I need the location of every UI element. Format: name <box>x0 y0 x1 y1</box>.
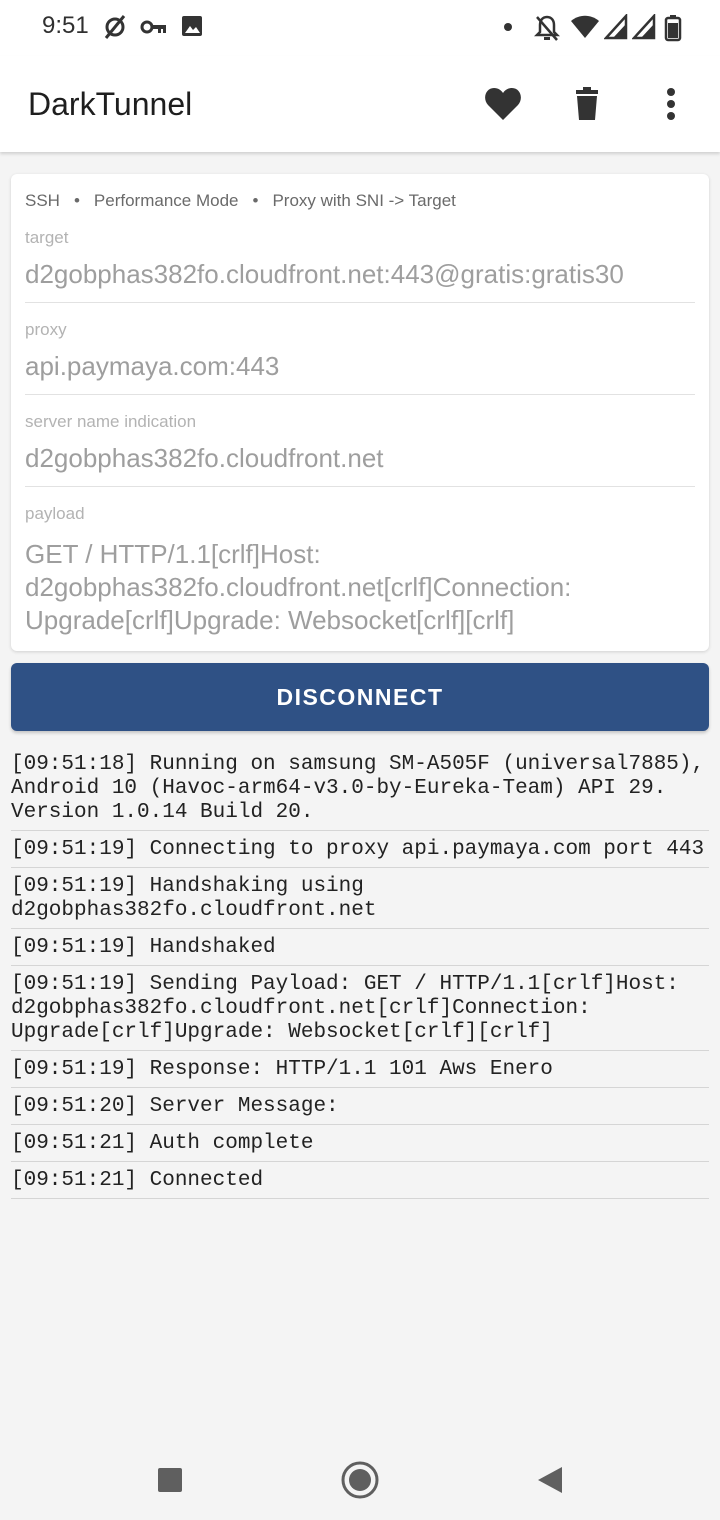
back-icon <box>538 1467 562 1493</box>
log-entry: [09:51:19] Sending Payload: GET / HTTP/1… <box>11 971 709 1051</box>
status-time: 9:51 <box>42 12 89 39</box>
log-entry: [09:51:19] Handshaked <box>11 934 709 966</box>
payload-field[interactable]: payload GET / HTTP/1.1[crlf]Host: d2gobp… <box>25 504 695 637</box>
home-button[interactable] <box>338 1458 382 1502</box>
field-divider <box>25 302 695 303</box>
log-entry: [09:51:19] Response: HTTP/1.1 101 Aws En… <box>11 1056 709 1088</box>
target-label: target <box>25 228 69 247</box>
no-sync-icon <box>102 14 128 45</box>
field-divider <box>25 394 695 395</box>
wifi-icon <box>570 14 600 45</box>
favorite-icon <box>485 88 521 120</box>
navigation-bar <box>0 1440 720 1520</box>
signal-icon <box>631 12 656 45</box>
field-divider <box>25 486 695 487</box>
more-options-button[interactable] <box>649 82 693 126</box>
mode-separator: • <box>73 191 80 210</box>
proxy-value[interactable]: api.paymaya.com:443 <box>25 350 695 383</box>
mode-separator: • <box>252 191 259 210</box>
log-entry: [09:51:21] Auth complete <box>11 1130 709 1162</box>
sni-label: server name indication <box>25 412 197 431</box>
app-title: DarkTunnel <box>28 86 193 122</box>
log-entry: [09:51:21] Connected <box>11 1167 709 1199</box>
app-bar: DarkTunnel <box>0 56 720 152</box>
target-field[interactable]: target d2gobphas382fo.cloudfront.net:443… <box>25 228 695 303</box>
more-vert-icon <box>667 88 675 120</box>
mute-icon <box>533 14 561 47</box>
config-card: SSH • Performance Mode • Proxy with SNI -> T… <box>11 174 709 651</box>
status-bar: 9:51 <box>0 0 720 56</box>
home-icon <box>341 1461 379 1499</box>
payload-value[interactable]: GET / HTTP/1.1[crlf]Host: d2gobphas382fo… <box>25 538 695 637</box>
vpn-key-icon <box>140 14 168 45</box>
log-entry: [09:51:20] Server Message: <box>11 1093 709 1125</box>
image-icon <box>180 14 204 43</box>
battery-icon <box>664 14 682 47</box>
delete-button[interactable] <box>565 82 609 126</box>
favorite-button[interactable] <box>481 82 525 126</box>
recents-button[interactable] <box>148 1458 192 1502</box>
mode-row: SSH • Performance Mode • Proxy with SNI -> T… <box>25 191 456 211</box>
log-entry: [09:51:19] Handshaking using d2gobphas38… <box>11 873 709 929</box>
delete-icon <box>576 87 598 120</box>
log-entry: [09:51:18] Running on samsung SM-A505F (… <box>11 751 709 831</box>
payload-label: payload <box>25 504 85 523</box>
mode-proxy-sni: Proxy with SNI -> Target <box>272 191 456 210</box>
connection-log: [09:51:18] Running on samsung SM-A505F (… <box>11 751 709 1204</box>
notification-dot-icon <box>502 20 514 38</box>
proxy-field[interactable]: proxy api.paymaya.com:443 <box>25 320 695 395</box>
sni-field[interactable]: server name indication d2gobphas382fo.cl… <box>25 412 695 487</box>
sni-value[interactable]: d2gobphas382fo.cloudfront.net <box>25 442 695 475</box>
recents-icon <box>158 1468 182 1492</box>
log-entry: [09:51:19] Connecting to proxy api.payma… <box>11 836 709 868</box>
signal-icon <box>603 12 628 45</box>
mode-ssh: SSH <box>25 191 60 210</box>
back-button[interactable] <box>528 1458 572 1502</box>
disconnect-button[interactable]: DISCONNECT <box>11 663 709 731</box>
target-value[interactable]: d2gobphas382fo.cloudfront.net:443@gratis… <box>25 258 695 291</box>
proxy-label: proxy <box>25 320 67 339</box>
mode-performance: Performance Mode <box>93 191 239 210</box>
